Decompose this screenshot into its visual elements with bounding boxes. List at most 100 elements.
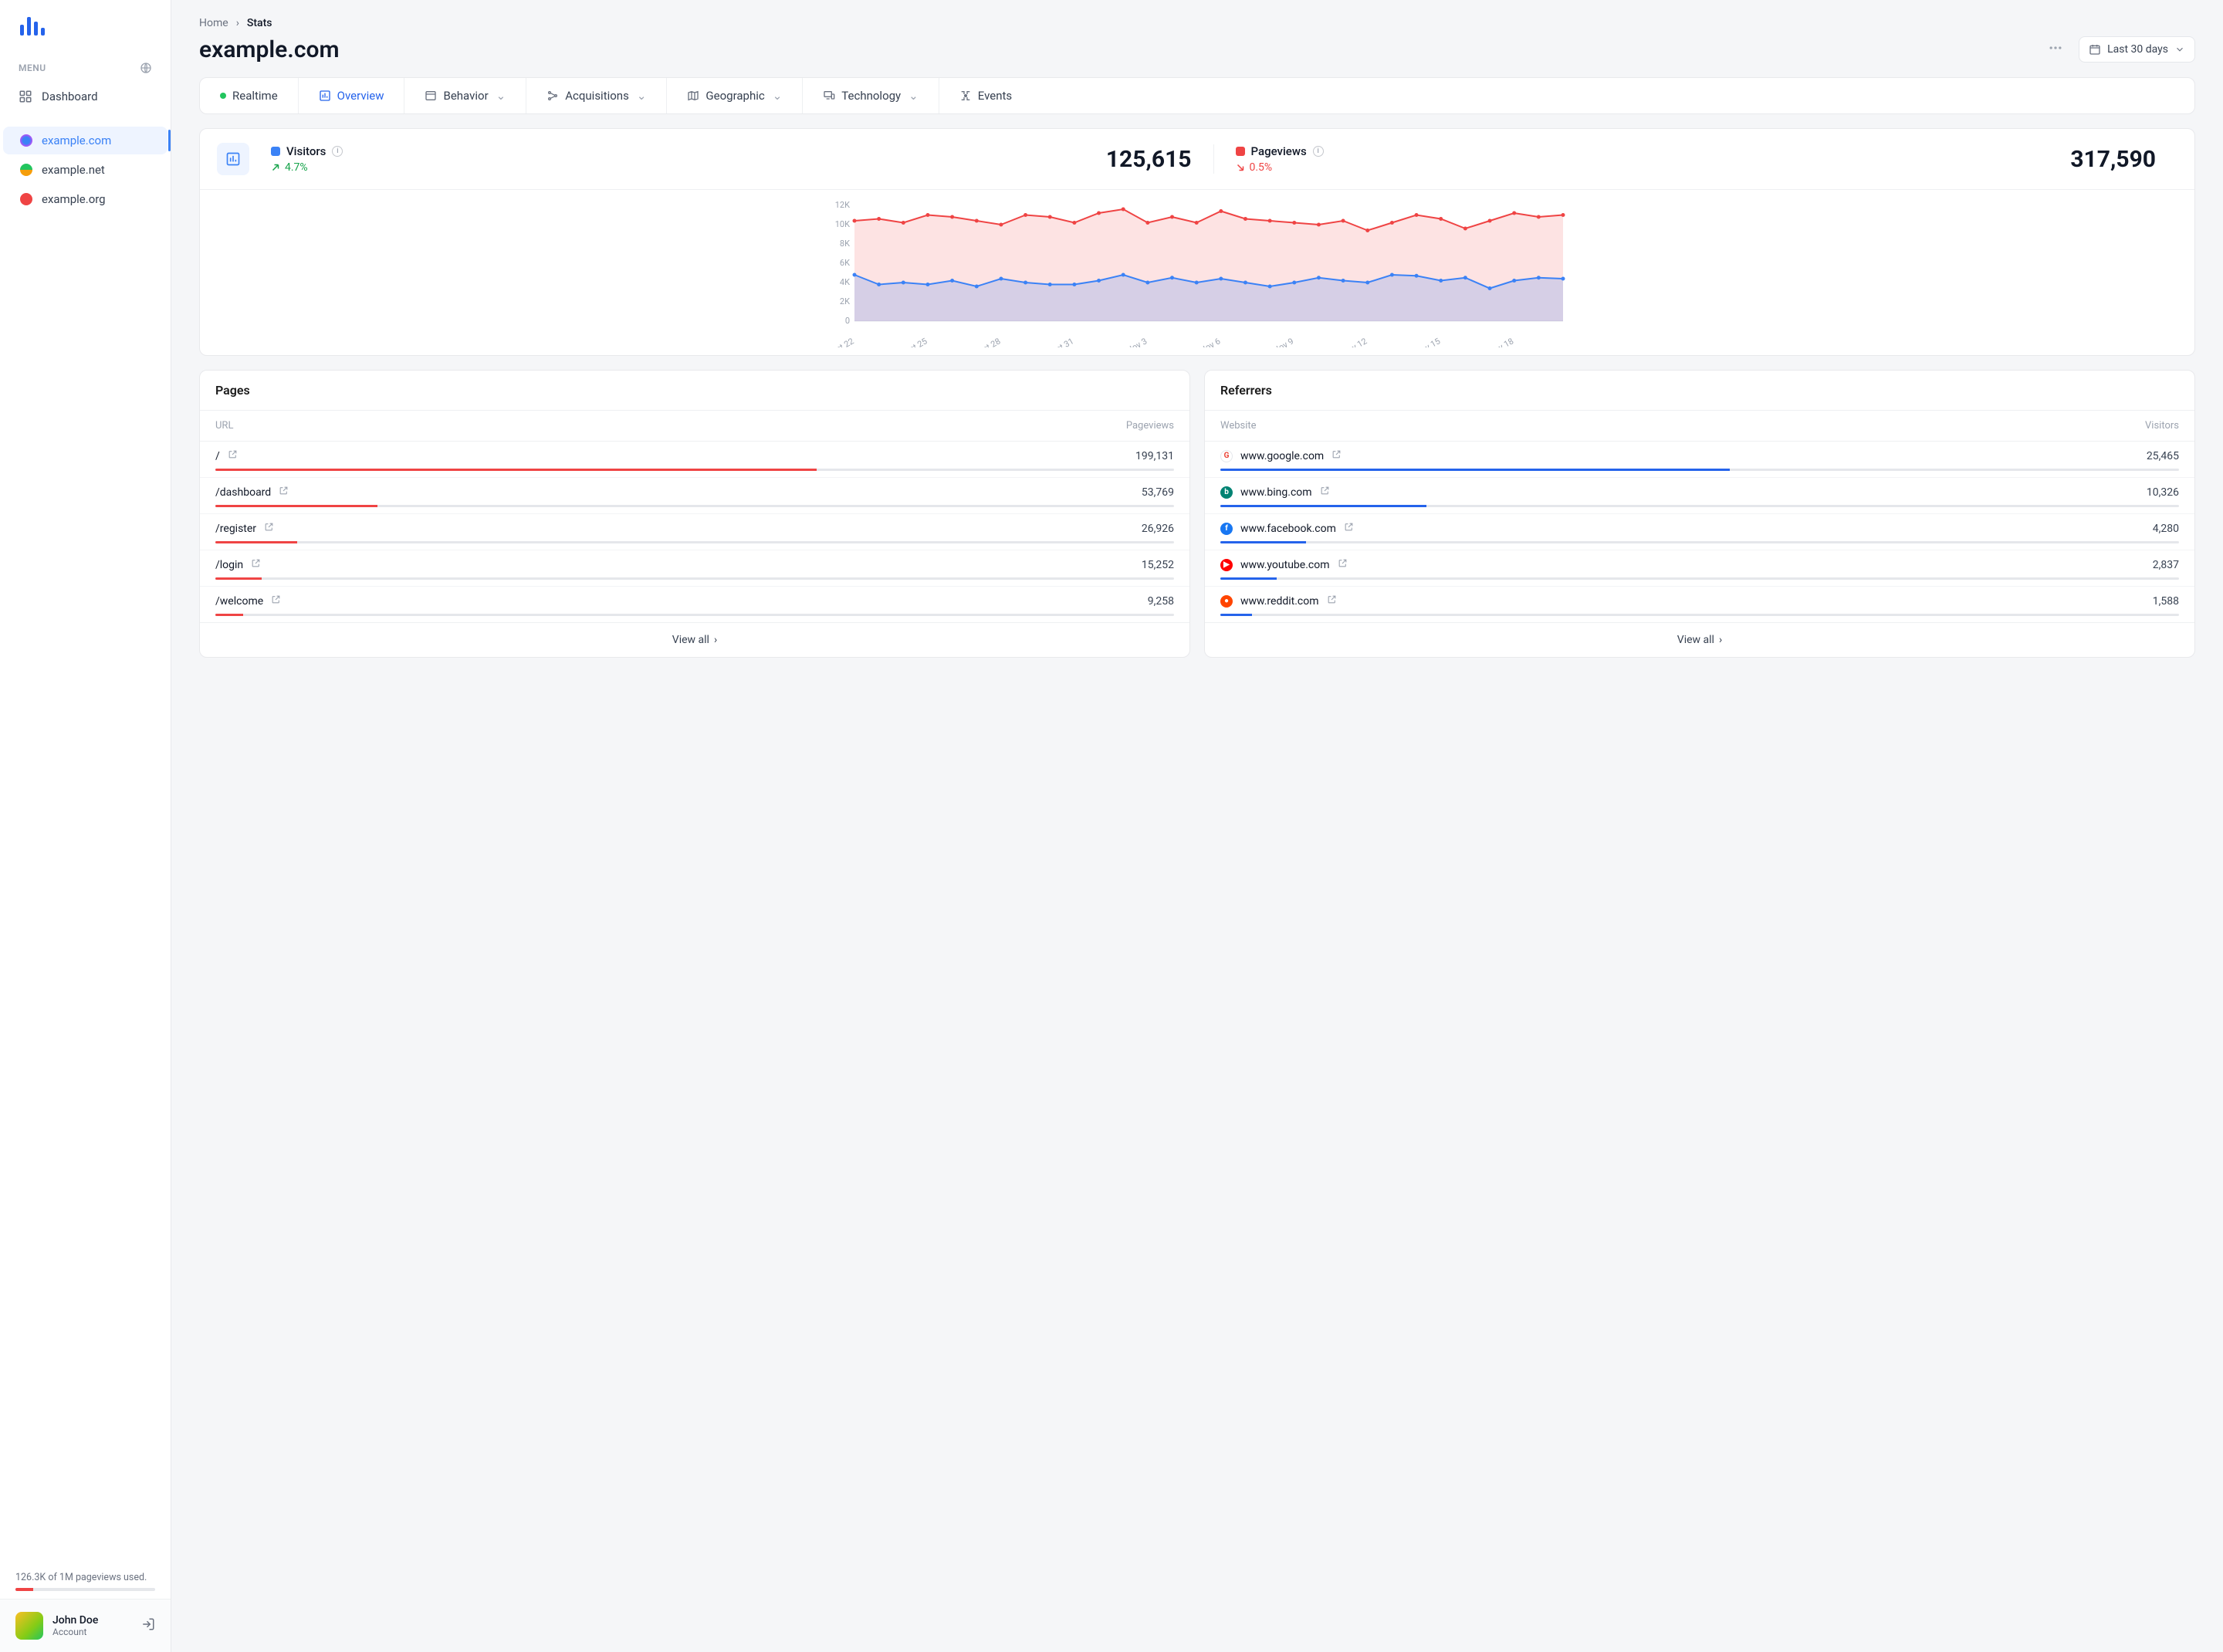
usage-text: 126.3K of 1M pageviews used. [15, 1572, 155, 1583]
external-link-icon[interactable] [251, 558, 261, 571]
tab-technology[interactable]: Technology ⌄ [803, 78, 939, 113]
metric-pageviews-label: Pageviews [1251, 144, 1307, 158]
date-range-label: Last 30 days [2107, 43, 2168, 56]
usage-block: 126.3K of 1M pageviews used. [0, 1564, 171, 1599]
external-link-icon[interactable] [271, 594, 281, 608]
tab-geographic[interactable]: Geographic ⌄ [667, 78, 803, 113]
svg-text:Nov 18: Nov 18 [1487, 336, 1515, 347]
pages-view-all[interactable]: View all › [200, 622, 1189, 657]
share-icon [546, 90, 559, 102]
referrer-site: www.bing.com [1240, 486, 1312, 499]
external-link-icon[interactable] [228, 449, 238, 462]
chevron-right-icon: › [714, 634, 717, 646]
tab-overview[interactable]: Overview [299, 78, 405, 113]
window-icon [425, 90, 437, 102]
overview-icon [217, 143, 249, 175]
table-row[interactable]: /login15,252 [200, 550, 1189, 587]
svg-text:6K: 6K [840, 258, 850, 268]
account-block[interactable]: John Doe Account [0, 1599, 171, 1652]
menu-label: MENU [19, 63, 46, 73]
metric-visitors-value: 125,615 [1106, 146, 1192, 173]
realtime-indicator-icon [220, 93, 226, 99]
pages-col-url: URL [215, 420, 233, 432]
external-link-icon[interactable] [1331, 449, 1342, 462]
table-row[interactable]: ▶www.youtube.com2,837 [1205, 550, 2194, 587]
tab-behavior-label: Behavior [443, 89, 488, 103]
table-row[interactable]: b www.bing.com 10,326 [1205, 478, 2194, 514]
svg-text:0: 0 [845, 316, 850, 326]
chevron-down-icon: ⌄ [773, 89, 783, 103]
metric-pageviews[interactable]: Pageviews i 0.5% 317,590 [1213, 144, 2178, 174]
external-link-icon[interactable] [264, 522, 274, 535]
page-value: 15,252 [1142, 559, 1174, 571]
site-label: example.net [42, 163, 105, 177]
referrers-card-title: Referrers [1205, 371, 2194, 411]
date-range-button[interactable]: Last 30 days [2079, 36, 2195, 63]
referrers-col-visitors: Visitors [2145, 420, 2179, 432]
external-link-icon[interactable] [1320, 486, 1330, 499]
page-title: example.com [199, 36, 340, 63]
breadcrumb-current: Stats [247, 17, 272, 29]
svg-text:Nov 15: Nov 15 [1414, 336, 1442, 347]
sites-list: example.com example.net example.org [0, 127, 171, 215]
svg-text:Nov 9: Nov 9 [1271, 336, 1295, 347]
language-icon[interactable] [140, 62, 152, 74]
logo-bars-icon [19, 14, 46, 42]
table-row[interactable]: Gwww.google.com25,465 [1205, 442, 2194, 478]
usage-bar [15, 1588, 155, 1591]
metric-visitors[interactable]: Visitors i 4.7% 125,615 [271, 144, 1213, 174]
chevron-right-icon: › [1719, 634, 1722, 646]
breadcrumb: Home › Stats [199, 14, 2195, 31]
table-row[interactable]: fwww.facebook.com4,280 [1205, 514, 2194, 550]
visitors-swatch [271, 147, 280, 156]
page-value: 199,131 [1135, 450, 1174, 462]
map-icon [687, 90, 699, 102]
external-link-icon[interactable] [279, 486, 289, 499]
svg-text:4K: 4K [840, 277, 850, 287]
trend-down-icon [1236, 163, 1245, 172]
overview-chart: 02K4K6K8K10K12KOct 22Oct 25Oct 28Oct 31N… [217, 201, 2177, 347]
more-button[interactable] [2043, 36, 2068, 63]
nav-dashboard-label: Dashboard [42, 90, 98, 103]
table-row[interactable]: ●www.reddit.com1,588 [1205, 587, 2194, 622]
table-row[interactable]: /register26,926 [200, 514, 1189, 550]
site-item[interactable]: example.com [3, 127, 167, 154]
chart-icon [319, 90, 331, 102]
page-value: 53,769 [1142, 486, 1174, 499]
external-link-icon[interactable] [1327, 594, 1337, 608]
table-row[interactable]: /dashboard53,769 [200, 478, 1189, 514]
tab-acquisitions[interactable]: Acquisitions ⌄ [526, 78, 667, 113]
referrer-site: www.facebook.com [1240, 523, 1336, 535]
grid-icon [19, 90, 32, 103]
site-item[interactable]: example.net [3, 156, 167, 184]
page-url: / [215, 450, 220, 462]
info-icon[interactable]: i [1313, 146, 1324, 157]
device-icon [823, 90, 835, 102]
breadcrumb-home[interactable]: Home [199, 17, 228, 29]
info-icon[interactable]: i [332, 146, 343, 157]
referrer-value: 10,326 [2147, 486, 2179, 499]
external-link-icon[interactable] [1338, 558, 1348, 571]
tab-events[interactable]: Events [939, 78, 1032, 113]
tab-realtime[interactable]: Realtime [200, 78, 299, 113]
tab-behavior[interactable]: Behavior ⌄ [404, 78, 526, 113]
report-tabs: Realtime Overview Behavior ⌄ Acquisition… [199, 77, 2195, 114]
pages-card-title: Pages [200, 371, 1189, 411]
table-row[interactable]: / 199,131 [200, 442, 1189, 478]
svg-text:2K: 2K [840, 296, 850, 306]
referrer-brand-icon: ▶ [1220, 559, 1233, 571]
site-item[interactable]: example.org [3, 185, 167, 213]
logout-icon[interactable] [141, 1617, 155, 1634]
main: Home › Stats example.com Last 30 days [171, 0, 2223, 1652]
chevron-down-icon: ⌄ [496, 89, 506, 103]
external-link-icon[interactable] [1344, 522, 1354, 535]
table-row[interactable]: /welcome9,258 [200, 587, 1189, 622]
logo[interactable] [0, 0, 171, 52]
referrer-brand-icon: b [1220, 486, 1233, 499]
referrer-brand-icon: G [1220, 450, 1233, 462]
nav-dashboard[interactable]: Dashboard [0, 82, 171, 111]
referrers-col-website: Website [1220, 420, 1257, 432]
referrers-view-all[interactable]: View all › [1205, 622, 2194, 657]
svg-text:Oct 28: Oct 28 [976, 336, 1002, 347]
svg-text:10K: 10K [835, 219, 850, 229]
